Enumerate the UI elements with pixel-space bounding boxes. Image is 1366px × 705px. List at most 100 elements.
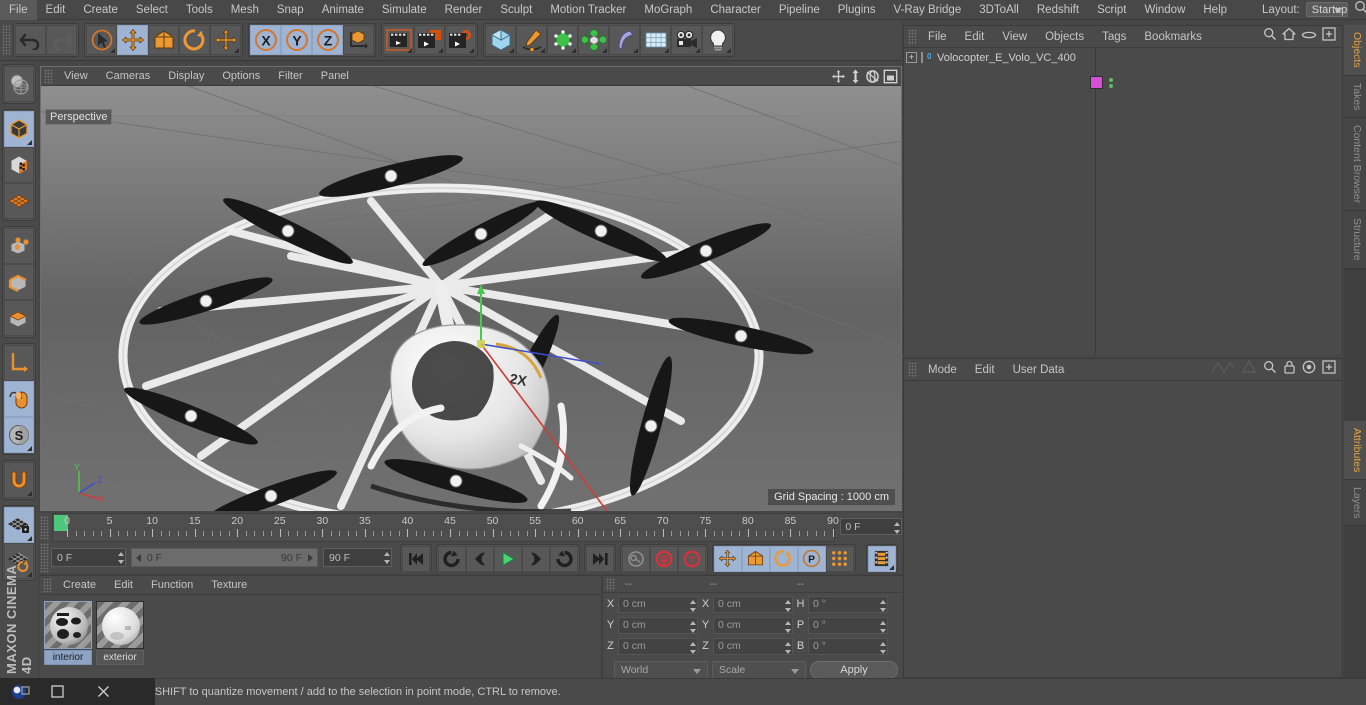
lock-x-axis-button[interactable]: X	[250, 25, 281, 55]
lock-y-axis-button[interactable]: Y	[281, 25, 312, 55]
edit-render-settings-button[interactable]	[445, 25, 476, 55]
object-row-volocopter[interactable]: + 0 Volocopter_E_Volo_VC_400	[904, 48, 1095, 67]
make-editable-button[interactable]	[4, 66, 34, 102]
material-item-exterior[interactable]: exterior	[96, 601, 144, 665]
material-grip[interactable]	[43, 577, 52, 593]
menu-character[interactable]: Character	[701, 0, 770, 20]
restore-window-button[interactable]	[34, 678, 80, 705]
viewport-menu-view[interactable]: View	[55, 67, 97, 86]
rotate-tool[interactable]	[179, 25, 210, 55]
menu-help[interactable]: Help	[1194, 0, 1236, 20]
size-y-stepper[interactable]	[782, 620, 791, 633]
menu-mesh[interactable]: Mesh	[222, 0, 268, 20]
play-forwards-button[interactable]	[493, 545, 522, 572]
menu-animate[interactable]: Animate	[313, 0, 373, 20]
object-grip[interactable]	[908, 28, 917, 45]
size-x-stepper[interactable]	[782, 599, 791, 612]
viewport-menu-cameras[interactable]: Cameras	[97, 67, 160, 86]
search-icon[interactable]	[1263, 27, 1277, 46]
scale-key-button[interactable]	[741, 545, 770, 572]
attribute-menu-user-data[interactable]: User Data	[1004, 359, 1074, 381]
menu-tools[interactable]: Tools	[177, 0, 222, 20]
menu-file[interactable]: File	[0, 0, 37, 20]
menu-3dtoall[interactable]: 3DToAll	[970, 0, 1028, 20]
tab-objects[interactable]: Objects	[1344, 25, 1366, 76]
add-floor-button[interactable]	[640, 25, 671, 55]
object-menu-file[interactable]: File	[919, 26, 956, 48]
material-menu-texture[interactable]: Texture	[202, 576, 256, 595]
menu-script[interactable]: Script	[1088, 0, 1135, 20]
key-mode-button[interactable]	[867, 545, 896, 572]
menu-plugins[interactable]: Plugins	[829, 0, 885, 20]
viewport-solo-button[interactable]	[4, 381, 34, 417]
keyframe-selection-button[interactable]: ?	[677, 545, 706, 572]
size-z-field[interactable]: 0 cm	[713, 637, 793, 655]
position-z-stepper[interactable]	[687, 641, 696, 654]
viewport-menu-filter[interactable]: Filter	[269, 67, 311, 86]
parameter-key-button[interactable]: P	[797, 545, 826, 572]
add-cube-button[interactable]	[485, 25, 516, 55]
material-menu-function[interactable]: Function	[142, 576, 202, 595]
size-y-field[interactable]: 0 cm	[713, 616, 793, 634]
viewport-menu-display[interactable]: Display	[159, 67, 213, 86]
interpolation-icon[interactable]	[1211, 361, 1235, 379]
visibility-dots-icon[interactable]	[1109, 77, 1113, 88]
next-frame-button[interactable]	[521, 545, 550, 572]
object-menu-tags[interactable]: Tags	[1093, 26, 1135, 48]
viewport-menu-panel[interactable]: Panel	[312, 67, 358, 86]
size-z-stepper[interactable]	[782, 641, 791, 654]
ellipse-icon[interactable]	[1301, 28, 1317, 46]
expand-icon[interactable]: +	[906, 52, 917, 63]
add-spline-button[interactable]	[516, 25, 547, 55]
material-menu-edit[interactable]: Edit	[105, 576, 142, 595]
search-icon[interactable]	[1263, 360, 1277, 379]
menu-edit[interactable]: Edit	[37, 0, 75, 20]
animbar-grip[interactable]	[40, 542, 49, 573]
object-menu-edit[interactable]: Edit	[956, 26, 994, 48]
scale-tool[interactable]	[148, 25, 179, 55]
autokeying-button[interactable]	[649, 545, 678, 572]
polygons-mode-button[interactable]	[4, 300, 34, 336]
search-icon[interactable]	[1354, 0, 1366, 20]
global-move-tool[interactable]	[210, 25, 241, 55]
attribute-grip[interactable]	[908, 361, 917, 378]
rotation-key-button[interactable]	[769, 545, 798, 572]
animation-frame-stepper[interactable]	[115, 552, 124, 564]
lock-z-axis-button[interactable]: Z	[312, 25, 343, 55]
menu-mograph[interactable]: MoGraph	[635, 0, 701, 20]
position-x-field[interactable]: 0 cm	[618, 595, 698, 613]
add-light-button[interactable]	[702, 25, 733, 55]
cone-icon[interactable]	[1241, 359, 1257, 379]
object-manager-empty-area[interactable]	[1096, 48, 1342, 355]
render-view-button[interactable]	[383, 25, 414, 55]
menu-redshift[interactable]: Redshift	[1028, 0, 1088, 20]
undo-button[interactable]	[15, 25, 46, 55]
play-forward-loop-button[interactable]	[549, 545, 578, 572]
redo-button[interactable]	[46, 25, 77, 55]
render-to-picture-viewer-button[interactable]	[414, 25, 445, 55]
size-x-field[interactable]: 0 cm	[713, 595, 793, 613]
menu-simulate[interactable]: Simulate	[373, 0, 436, 20]
go-to-start-button[interactable]	[401, 545, 430, 572]
new-tab-icon[interactable]	[1322, 360, 1336, 379]
coordinate-grip[interactable]	[606, 577, 615, 591]
live-selection-tool[interactable]	[86, 25, 117, 55]
rotation-p-stepper[interactable]	[877, 620, 886, 633]
material-menu-create[interactable]: Create	[54, 576, 105, 595]
tab-takes[interactable]: Takes	[1344, 75, 1366, 119]
menu-snap[interactable]: Snap	[268, 0, 313, 20]
object-menu-objects[interactable]: Objects	[1036, 26, 1093, 48]
snap-settings-button[interactable]: S	[4, 417, 34, 453]
target-icon[interactable]	[1302, 360, 1316, 379]
position-y-stepper[interactable]	[687, 620, 696, 633]
animation-current-frame-field[interactable]: 0 F	[51, 548, 126, 567]
attribute-content-area[interactable]	[904, 381, 1342, 677]
lock-workplane-button[interactable]	[4, 507, 34, 543]
menu-sculpt[interactable]: Sculpt	[491, 0, 541, 20]
end-frame-field[interactable]: 90 F	[323, 548, 392, 567]
close-window-button[interactable]	[80, 678, 126, 705]
viewport-grip[interactable]	[44, 68, 53, 84]
volocopter-model[interactable]: 2X	[41, 86, 901, 511]
coordinate-system-dropdown[interactable]: World	[614, 661, 708, 679]
material-thumbnail[interactable]	[44, 601, 92, 649]
